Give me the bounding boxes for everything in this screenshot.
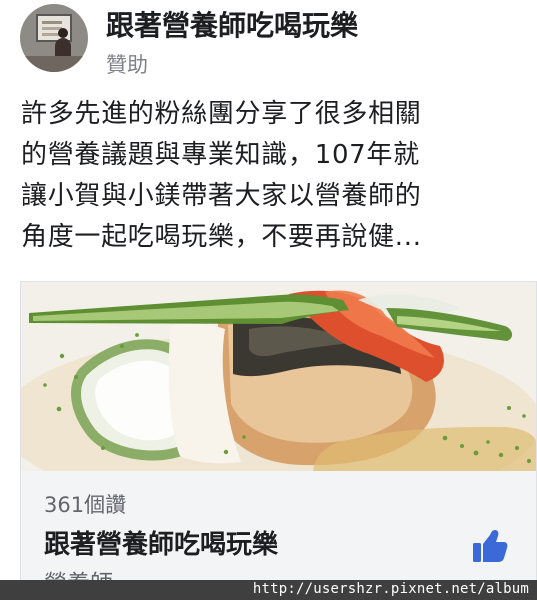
likes-count: 361個讚 — [44, 493, 127, 517]
post-header: 跟著營養師吃喝玩樂 贊助 — [20, 4, 520, 80]
page-avatar[interactable] — [20, 4, 88, 72]
sponsored-label: 贊助 — [106, 53, 148, 77]
thumbs-up-icon — [473, 530, 508, 562]
presentation-screen-image — [36, 14, 72, 42]
avatar-floor-image — [20, 56, 88, 72]
like-page-button[interactable] — [471, 527, 509, 565]
link-preview-card[interactable]: 361個讚 跟著營養師吃喝玩樂 營養師 — [20, 281, 537, 600]
watermark-url: http://usershzr.pixnet.net/album — [252, 581, 529, 597]
page-name-link[interactable]: 跟著營養師吃喝玩樂 — [106, 4, 358, 44]
presenter-head-image — [58, 28, 68, 38]
link-card-title[interactable]: 跟著營養師吃喝玩樂 — [44, 524, 278, 561]
post-text-line-4[interactable]: 角度一起吃喝玩樂，不要再說健... — [21, 217, 521, 258]
food-photo[interactable] — [21, 282, 536, 471]
image-source-watermark: http://usershzr.pixnet.net/album — [0, 580, 537, 600]
post-text-line-3: 讓小賀與小鎂帶著大家以營養師的 — [21, 181, 422, 211]
post-text-line-2: 的營養議題與專業知識，107年就 — [21, 140, 420, 170]
post-message: 許多先進的粉絲團分享了很多相關 的營養議題與專業知識，107年就 讓小賀與小鎂帶… — [21, 94, 521, 258]
plated-fish-image — [21, 282, 536, 471]
post-text-line-1: 許多先進的粉絲團分享了很多相關 — [21, 99, 422, 129]
